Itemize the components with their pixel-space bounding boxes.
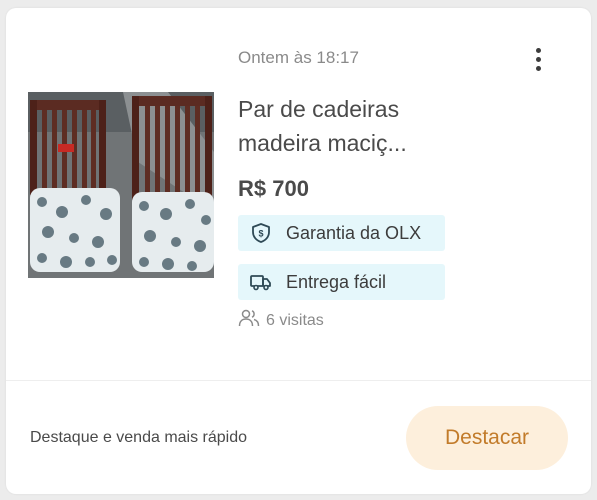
svg-text:$: $	[258, 229, 263, 239]
divider	[6, 380, 591, 381]
easy-delivery-badge: Entrega fácil	[238, 264, 445, 300]
easy-delivery-badge-label: Entrega fácil	[286, 271, 387, 292]
visits-label: 6 visitas	[266, 311, 324, 329]
listing-date: Ontem às 18:17	[238, 48, 359, 67]
listing-title-line2: madeira maciç...	[238, 130, 407, 156]
listing-photo[interactable]	[28, 92, 214, 278]
promo-text: Destaque e venda mais rápido	[30, 429, 248, 446]
guarantee-badge-label: Garantia da OLX	[286, 222, 422, 243]
listing-price: R$ 700	[238, 176, 309, 201]
listing-title-line1: Par de cadeiras	[238, 96, 400, 122]
chairs-image	[28, 92, 214, 278]
people-icon	[238, 309, 260, 332]
guarantee-badge: $ Garantia da OLX	[238, 215, 445, 251]
truck-icon	[248, 269, 274, 295]
shield-icon: $	[248, 220, 274, 246]
highlight-button[interactable]: Destacar	[406, 406, 568, 470]
listing-card[interactable]: Ontem às 18:17 Par de cadeiras madeira m…	[6, 8, 591, 494]
kebab-menu-icon[interactable]	[524, 44, 552, 74]
listing-title[interactable]: Par de cadeiras madeira maciç...	[238, 92, 498, 160]
visits-counter: 6 visitas	[238, 309, 324, 332]
